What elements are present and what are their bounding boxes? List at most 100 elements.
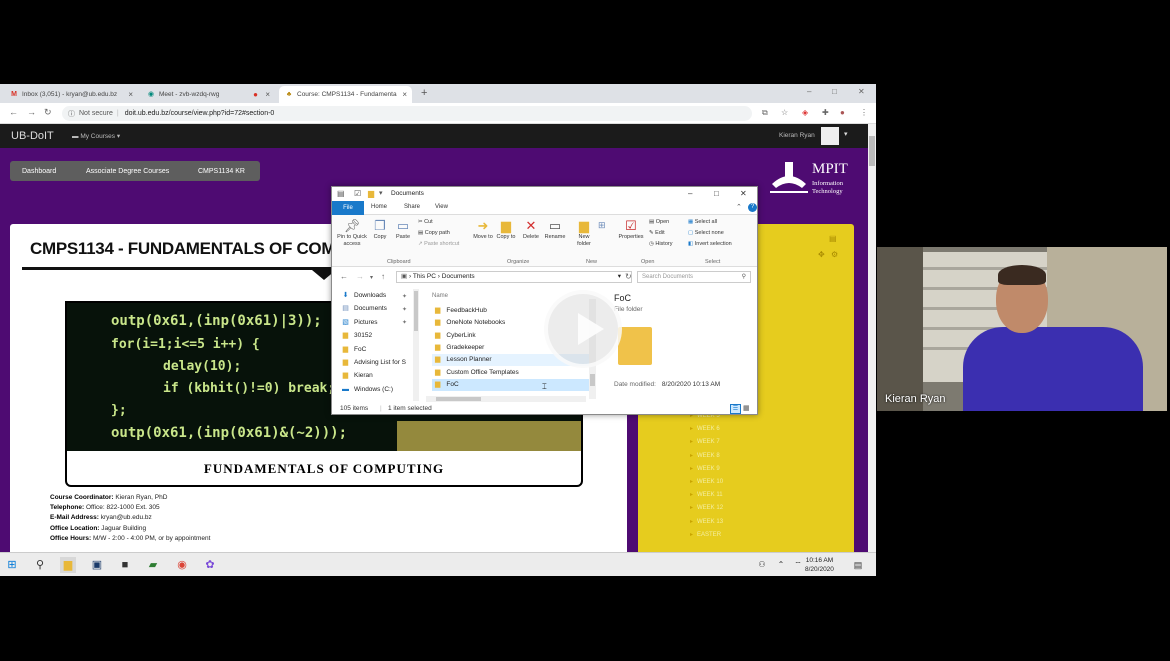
nav-item[interactable]: ▆ FoC	[342, 343, 417, 356]
chevron-down-icon[interactable]: ▾	[379, 189, 383, 197]
app-icon[interactable]: ▣	[89, 557, 105, 573]
caret-down-icon[interactable]: ▾	[844, 130, 848, 138]
week-link[interactable]: ▸ WEEK 6	[690, 423, 723, 436]
close-icon[interactable]: ×	[128, 90, 133, 99]
reload-icon[interactable]: ↻	[44, 107, 52, 118]
info-value[interactable]: kryan@ub.edu.bz	[101, 514, 152, 521]
search-icon[interactable]: ⚲	[32, 557, 48, 573]
new-item-icon[interactable]: ⊞	[598, 220, 606, 231]
puzzle-icon[interactable]: ✚	[822, 108, 829, 117]
properties-icon[interactable]: ☑	[354, 189, 361, 198]
tab-course[interactable]: ♣ Course: CMPS1134 - Fundamenta ×	[279, 86, 412, 103]
up-icon[interactable]: ↑	[381, 272, 385, 281]
copy-path-button[interactable]: ▤ Copy path	[418, 230, 450, 236]
minimize-icon[interactable]: –	[688, 189, 692, 198]
forward-icon[interactable]: →	[27, 107, 36, 117]
maximize-icon[interactable]: □	[714, 189, 719, 198]
chevron-down-icon[interactable]: ▾	[618, 272, 621, 282]
nav-item[interactable]: ▬ Windows (C:)	[342, 383, 417, 396]
explorer-address-field[interactable]: ▣ › This PC › Documents ▾	[396, 271, 632, 283]
paste-shortcut-button[interactable]: ↗ Paste shortcut	[418, 241, 459, 247]
people-icon[interactable]: ⚇	[754, 557, 770, 573]
tab-file[interactable]: File	[332, 201, 364, 215]
chevron-up-icon[interactable]: ⌃	[773, 557, 789, 573]
help-icon[interactable]: ?	[748, 203, 757, 212]
close-icon[interactable]: ×	[402, 90, 407, 99]
app-icon[interactable]: ▰	[145, 557, 161, 573]
play-button[interactable]	[544, 290, 622, 368]
back-icon[interactable]: ←	[9, 107, 18, 117]
list-item[interactable]: ▆ Custom Office Templates	[432, 367, 592, 379]
chrome-icon[interactable]: ◉	[174, 557, 190, 573]
network-icon[interactable]: ⌔	[790, 557, 806, 573]
terminal-icon[interactable]: ■	[117, 557, 133, 573]
scrollbar-thumb[interactable]	[590, 374, 595, 386]
list-item-selected[interactable]: ▆ FoC	[432, 378, 592, 392]
tiles-view-icon[interactable]: ▦	[743, 404, 750, 412]
tab-share[interactable]: Share	[404, 204, 420, 210]
week-link[interactable]: ▸ WEEK 13	[690, 516, 723, 529]
breadcrumb-course[interactable]: CMPS1134 KR	[186, 161, 260, 181]
copy-button[interactable]: ❐ Copy	[370, 218, 390, 241]
breadcrumb-dashboard[interactable]: Dashboard	[10, 161, 82, 181]
close-icon[interactable]: ✕	[740, 189, 747, 198]
block-menu-icon[interactable]: ▤	[829, 234, 837, 243]
week-link[interactable]: ▸ WEEK 8	[690, 450, 723, 463]
scrollbar-thumb[interactable]	[414, 291, 418, 331]
rename-button[interactable]: ▭ Rename	[542, 218, 568, 241]
tab-home[interactable]: Home	[371, 204, 388, 211]
user-avatar[interactable]	[821, 127, 839, 145]
gear-icon[interactable]: ⚙	[831, 250, 838, 259]
forward-icon[interactable]: →	[356, 272, 364, 281]
properties-button[interactable]: ☑ Properties	[616, 218, 646, 241]
start-icon[interactable]: ⊞	[4, 557, 20, 573]
week-link[interactable]: ▸ WEEK 12	[690, 502, 723, 515]
delete-button[interactable]: ✕ Delete	[520, 218, 542, 241]
select-all-button[interactable]: ▦ Select all	[688, 219, 717, 225]
nav-item[interactable]: ▆ 30152	[342, 329, 417, 342]
week-link[interactable]: ▸ WEEK 7	[690, 436, 723, 449]
close-icon[interactable]: ×	[265, 90, 270, 99]
explorer-search-input[interactable]: Search Documents ⚲	[637, 271, 751, 283]
week-link[interactable]: ▸ WEEK 9	[690, 463, 723, 476]
scrollbar-thumb[interactable]	[869, 136, 875, 166]
profile-avatar-icon[interactable]: ●	[840, 108, 845, 117]
file-explorer-icon[interactable]: ▆	[60, 557, 76, 573]
name-column-header[interactable]: Name	[432, 293, 448, 299]
new-folder-button[interactable]: ▆ New folder	[571, 218, 597, 248]
maximize-icon[interactable]: □	[832, 87, 837, 96]
notification-icon[interactable]: ▤	[850, 557, 866, 573]
path-segment[interactable]: Documents	[442, 273, 475, 280]
select-none-button[interactable]: ▢ Select none	[688, 230, 724, 236]
nav-item[interactable]: ▆ Kieran	[342, 369, 417, 382]
my-courses-menu[interactable]: ▬ My Courses ▾	[72, 132, 120, 140]
week-link[interactable]: ▸ WEEK 11	[690, 489, 723, 502]
invert-selection-button[interactable]: ◧ Invert selection	[688, 241, 732, 247]
nav-scrollbar[interactable]	[413, 289, 419, 401]
pin-quick-access-button[interactable]: 📌︎ Pin to Quick access	[335, 218, 369, 248]
week-link[interactable]: ▸ EASTER	[690, 529, 723, 542]
system-clock[interactable]: 10:16 AM 8/20/2020	[805, 556, 834, 574]
tab-meet[interactable]: ◉ Meet - zvb-wzdq-rwg ● ×	[141, 86, 275, 103]
details-view-icon[interactable]: ☰	[730, 404, 741, 414]
path-segment[interactable]: This PC	[413, 273, 436, 280]
move-icon[interactable]: ✥	[818, 250, 825, 259]
paste-button[interactable]: ▭ Paste	[392, 218, 414, 241]
user-name[interactable]: Kieran Ryan	[779, 132, 815, 139]
refresh-icon[interactable]: ↻	[625, 272, 632, 281]
scrollbar-thumb[interactable]	[436, 397, 481, 401]
page-scrollbar[interactable]	[868, 124, 876, 552]
quick-toolbar-icon[interactable]: ▤	[337, 189, 345, 198]
back-icon[interactable]: ←	[340, 272, 348, 281]
edit-button[interactable]: ✎ Edit	[649, 230, 665, 236]
extension-icon[interactable]: ◈	[802, 108, 808, 117]
minimize-icon[interactable]: –	[807, 87, 811, 96]
breadcrumb-associate[interactable]: Associate Degree Courses	[74, 161, 192, 181]
star-icon[interactable]: ☆	[781, 108, 788, 117]
cut-button[interactable]: ✂ Cut	[418, 219, 433, 225]
url-field[interactable]: ⓘ Not secure | doit.ub.edu.bz/course/vie…	[62, 106, 752, 121]
app-icon[interactable]: ✿	[202, 557, 218, 573]
move-to-button[interactable]: ➜ Move to	[472, 218, 494, 241]
tab-view[interactable]: View	[435, 204, 448, 210]
nav-item[interactable]: ▆ Advising List for S	[342, 356, 417, 369]
